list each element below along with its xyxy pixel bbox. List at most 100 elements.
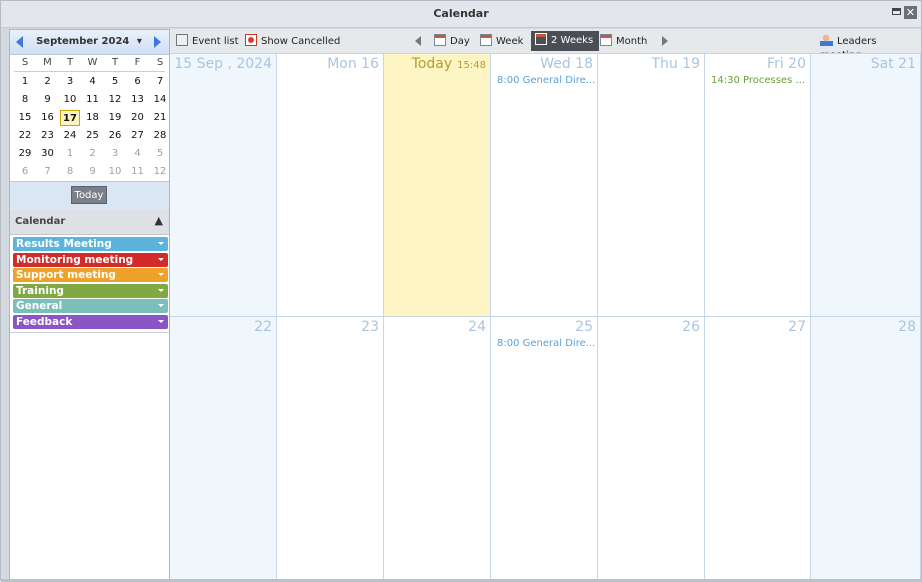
mini-calendar-day[interactable]: 29 [15,146,35,162]
next-period-icon[interactable] [662,36,668,46]
mini-calendar-day[interactable]: 3 [105,146,125,162]
current-time: 15:48 [457,60,486,71]
view-week-button[interactable]: Week [480,34,523,48]
mini-calendar-today[interactable]: 17 [60,110,80,126]
day-cell[interactable]: 28 [811,317,921,580]
mini-calendar-day[interactable]: 14 [150,92,170,108]
category-item[interactable]: Feedback [13,315,168,329]
mini-calendar-day[interactable]: 25 [83,128,103,144]
day-cell[interactable]: 15 Sep , 2024 [170,54,277,317]
day-cell[interactable]: 24 [384,317,491,580]
day-cell[interactable]: 23 [277,317,384,580]
mini-calendar-day[interactable]: 27 [128,128,148,144]
mini-calendar-day[interactable]: 4 [83,74,103,90]
day-cell-label: 26 [682,319,700,335]
mini-calendar-day[interactable]: 10 [60,92,80,108]
view-2weeks-button[interactable]: 2 Weeks [531,31,600,51]
mini-calendar-day[interactable]: 22 [15,128,35,144]
calendar-event[interactable]: 8:00 General Dire... [497,338,597,349]
mini-calendar-day[interactable]: 12 [105,92,125,108]
show-cancelled-button[interactable]: Show Cancelled [245,34,340,48]
mini-calendar-day[interactable]: 11 [128,164,148,180]
day-cell[interactable]: Sat 21 [811,54,921,317]
mini-calendar-day[interactable]: 8 [60,164,80,180]
mini-calendar-day[interactable]: 30 [38,146,58,162]
view-month-button[interactable]: Month [600,34,647,48]
next-month-icon[interactable] [154,36,161,48]
category-item[interactable]: Training [13,283,168,298]
category-dropdown-icon[interactable] [158,320,164,323]
mini-calendar-day[interactable]: 20 [128,110,148,126]
mini-calendar-day[interactable]: 11 [83,92,103,108]
day-cell[interactable]: 25 8:00 General Dire... [491,317,598,580]
category-item[interactable]: Results Meeting [13,237,168,251]
mini-calendar-day[interactable]: 1 [15,74,35,90]
mini-calendar-day[interactable]: 26 [105,128,125,144]
day-cell[interactable]: 22 [170,317,277,580]
event-list-button[interactable]: Event list [176,34,239,48]
mini-calendar-day[interactable]: 18 [83,110,103,126]
category-item[interactable]: Support meeting [13,268,168,283]
window-title: Calendar [433,7,489,20]
today-button[interactable]: Today [71,186,107,204]
day-cell[interactable]: Thu 19 [598,54,705,317]
day-cell[interactable]: Fri 20 14:30 Processes ... [705,54,811,317]
leaders-meeting-button[interactable]: Leaders meeting [820,34,921,61]
category-dropdown-icon[interactable] [158,257,164,261]
mini-calendar-day[interactable]: 15 [15,110,35,126]
mini-calendar-day[interactable]: 6 [15,164,35,180]
day-cell[interactable]: Mon 16 [277,54,384,317]
collapse-icon[interactable]: ▲ [155,214,163,227]
mini-calendar-day[interactable]: 4 [128,146,148,162]
mini-calendar-day[interactable]: 12 [150,164,170,180]
day-cell-date: 28 [898,319,916,335]
close-icon[interactable]: ✕ [904,6,917,19]
category-item[interactable]: General [13,299,168,314]
prev-period-icon[interactable] [415,36,421,46]
calendar-event[interactable]: 14:30 Processes ... [711,75,811,86]
calendar-window: Calendar ✕ September 2024 ▾ SMTWTFS 1234… [0,0,922,582]
mini-calendar-day[interactable]: 6 [128,74,148,90]
event-list-label: Event list [192,36,239,47]
mini-calendar-day[interactable]: 3 [60,74,80,90]
mini-calendar-day[interactable]: 7 [38,164,58,180]
weekday-divider [14,71,165,72]
category-dropdown-icon[interactable] [158,304,164,308]
mini-calendar-day[interactable]: 2 [83,146,103,162]
day-cell-date: Wed 18 [540,56,593,72]
day-cell-label: 27 [788,319,806,335]
mini-calendar-day[interactable]: 9 [38,92,58,108]
mini-calendar-day[interactable]: 24 [60,128,80,144]
mini-calendar-day[interactable]: 13 [128,92,148,108]
mini-calendar-month[interactable]: September 2024 ▾ [34,36,144,47]
mini-calendar-day[interactable]: 9 [83,164,103,180]
mini-calendar-day[interactable]: 1 [60,146,80,162]
category-dropdown-icon[interactable] [158,288,164,292]
mini-calendar-day[interactable]: 10 [105,164,125,180]
calendar-event[interactable]: 8:00 General Dire... [497,75,597,86]
calendar-panel-header[interactable]: Calendar ▲ [10,210,169,235]
mini-calendar-day[interactable]: 7 [150,74,170,90]
category-dropdown-icon[interactable] [158,273,164,277]
mini-calendar-day[interactable]: 21 [150,110,170,126]
mini-calendar-day[interactable]: 5 [105,74,125,90]
maximize-icon[interactable] [892,8,901,15]
day-cell-today[interactable]: Today 15:48 [384,54,491,317]
mini-calendar-day[interactable]: 5 [150,146,170,162]
category-item[interactable]: Monitoring meeting [13,252,168,267]
mini-calendar-day[interactable]: 23 [38,128,58,144]
day-cell[interactable]: 27 [705,317,811,580]
day-cell[interactable]: 26 [598,317,705,580]
mini-calendar-day[interactable]: 19 [105,110,125,126]
week-icon [480,34,492,46]
view-day-button[interactable]: Day [434,34,470,48]
mini-calendar-day[interactable]: 8 [15,92,35,108]
category-dropdown-icon[interactable] [158,242,164,245]
mini-calendar-day[interactable]: 16 [38,110,58,126]
mini-calendar-day[interactable]: 28 [150,128,170,144]
day-cell[interactable]: Wed 18 8:00 General Dire... [491,54,598,317]
mini-calendar-day[interactable]: 2 [38,74,58,90]
title-bar: Calendar ✕ [1,1,921,28]
prev-month-icon[interactable] [16,36,23,48]
day-cell-date: 26 [682,319,700,335]
